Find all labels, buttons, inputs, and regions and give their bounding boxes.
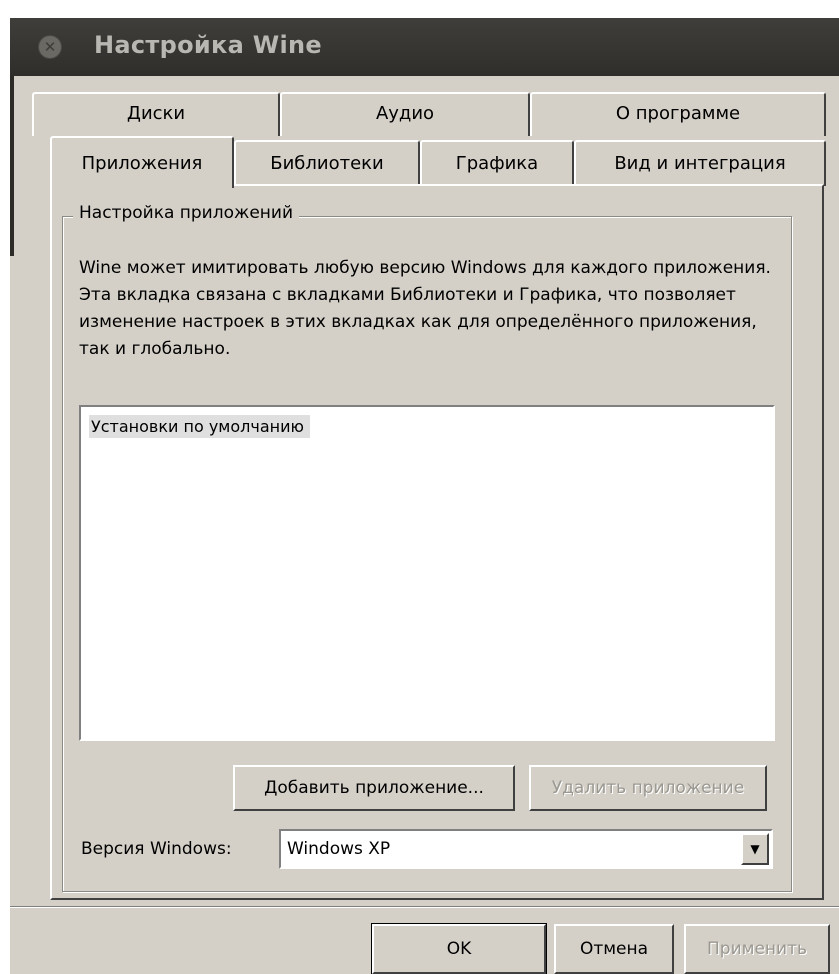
tab-desktop-integration[interactable]: Вид и интеграция bbox=[574, 140, 826, 186]
windows-version-select[interactable]: Windows XP ▼ bbox=[279, 829, 773, 869]
apply-button[interactable]: Применить bbox=[684, 924, 830, 974]
close-icon[interactable]: ✕ bbox=[38, 35, 62, 59]
footer-separator bbox=[10, 906, 839, 908]
tab-audio[interactable]: Аудио bbox=[280, 92, 530, 136]
description-text: Wine может имитировать любую версию Wind… bbox=[79, 258, 771, 359]
cancel-button[interactable]: Отмена bbox=[554, 924, 674, 974]
window-edge bbox=[10, 76, 14, 256]
window-title: Настройка Wine bbox=[94, 31, 323, 59]
chevron-down-icon[interactable]: ▼ bbox=[741, 833, 769, 865]
group-title: Настройка приложений bbox=[73, 203, 299, 223]
windows-version-label: Версия Windows: bbox=[81, 839, 232, 859]
remove-application-button[interactable]: Удалить приложение bbox=[529, 765, 767, 811]
tab-libraries[interactable]: Библиотеки bbox=[234, 140, 420, 186]
title-bar: ✕ Настройка Wine bbox=[10, 18, 839, 76]
app-settings-group: Настройка приложений Wine может имитиров… bbox=[62, 203, 792, 892]
ok-button[interactable]: OK bbox=[371, 923, 547, 974]
tab-drives[interactable]: Диски bbox=[32, 92, 280, 136]
add-application-button[interactable]: Добавить приложение... bbox=[233, 765, 515, 811]
applications-list[interactable]: Установки по умолчанию bbox=[79, 405, 775, 741]
tab-applications[interactable]: Приложения bbox=[50, 136, 234, 188]
applications-panel: Настройка приложений Wine может имитиров… bbox=[50, 184, 824, 900]
tab-about[interactable]: О программе bbox=[530, 92, 826, 136]
wine-config-window: ✕ Настройка Wine Диски Аудио О программе… bbox=[10, 18, 839, 974]
list-item[interactable]: Установки по умолчанию bbox=[89, 415, 310, 438]
windows-version-value: Windows XP bbox=[287, 839, 391, 859]
tab-graphics[interactable]: Графика bbox=[420, 140, 574, 186]
